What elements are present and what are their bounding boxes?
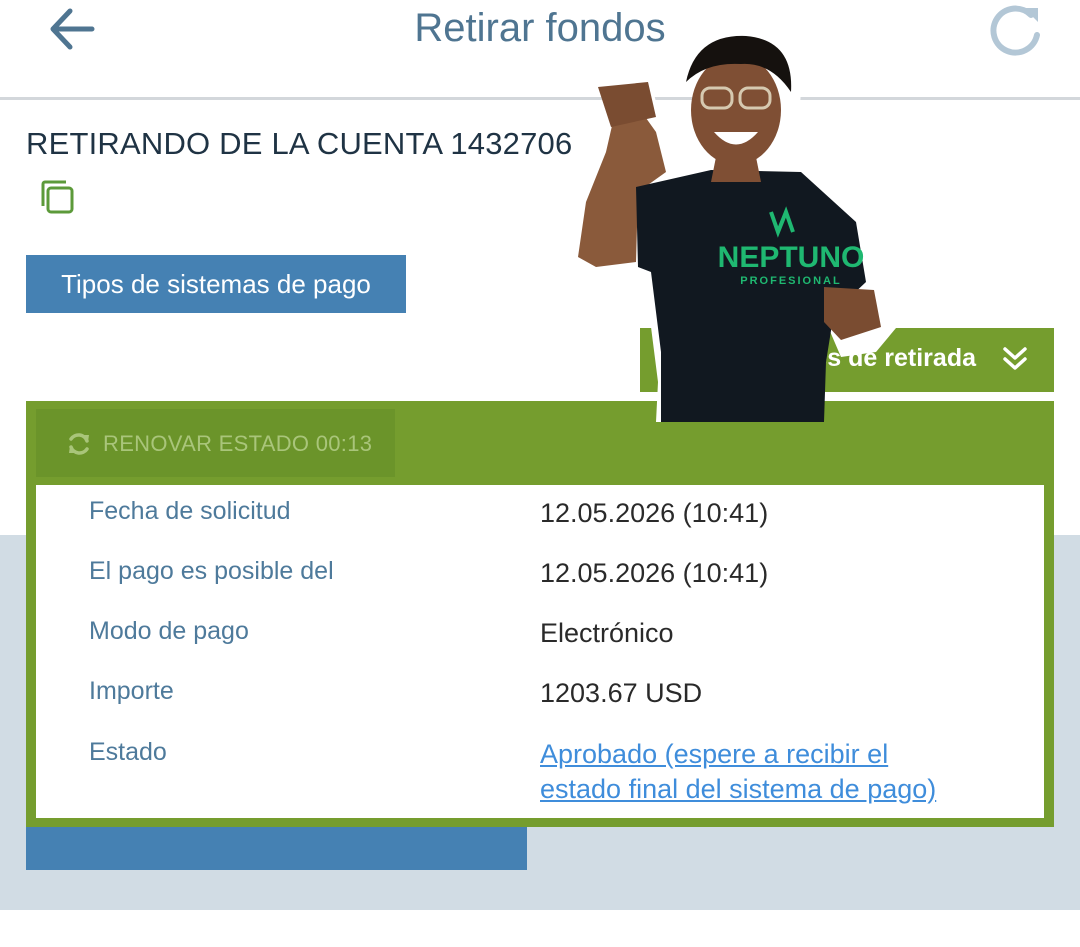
payment-mode-label: Modo de pago — [89, 617, 249, 645]
payment-types-button[interactable]: Tipos de sistemas de pago — [26, 255, 406, 313]
withdrawal-info-card: Fecha de solicitud 12.05.2026 (10:41) El… — [36, 485, 1044, 818]
refresh-icon — [990, 5, 1040, 56]
copy-icon — [41, 180, 74, 214]
account-label: RETIRANDO DE LA CUENTA 1432706 — [26, 126, 573, 161]
shirt-brand-text: NEPTUNO — [718, 241, 865, 274]
sync-icon — [69, 433, 89, 455]
payment-possible-value: 12.05.2026 (10:41) — [540, 558, 769, 588]
status-value-line1: Aprobado (espere a recibir el — [540, 739, 889, 769]
withdraw-screen: Retirar fondos RETIRANDO DE LA CUENTA 14… — [0, 0, 1080, 947]
blue-strip — [26, 822, 527, 870]
payment-mode-value: Electrónico — [540, 618, 674, 648]
payment-possible-label: El pago es posible del — [89, 557, 334, 585]
refresh-button[interactable] — [984, 0, 1046, 58]
top-bar: Retirar fondos — [0, 0, 1080, 100]
status-label: Estado — [89, 738, 167, 766]
status-value-line2: estado final del sistema de pago) — [540, 774, 937, 804]
page-title: Retirar fondos — [414, 6, 666, 50]
account-line: RETIRANDO DE LA CUENTA 14327065 — [26, 126, 642, 162]
status-panel: RENOVAR ESTADO 00:13 Fecha de solicitud … — [26, 401, 1054, 827]
request-date-value: 12.05.2026 (10:41) — [540, 498, 769, 528]
shirt-subtext: PROFESIONAL — [740, 275, 841, 287]
amount-label: Importe — [89, 677, 174, 705]
copy-button[interactable] — [38, 178, 78, 218]
amount-value: 1203.67 USD — [540, 678, 703, 708]
chevron-double-down-icon — [1003, 347, 1027, 370]
status-value-link[interactable]: Aprobado (espere a recibir el estado fin… — [540, 737, 1000, 807]
renew-status-button[interactable]: RENOVAR ESTADO 00:13 — [36, 409, 395, 477]
person-cutout-image: NEPTUNO PROFESIONAL — [566, 35, 901, 422]
renew-status-label: RENOVAR ESTADO 00:13 — [103, 431, 373, 456]
request-date-label: Fecha de solicitud — [89, 497, 291, 525]
